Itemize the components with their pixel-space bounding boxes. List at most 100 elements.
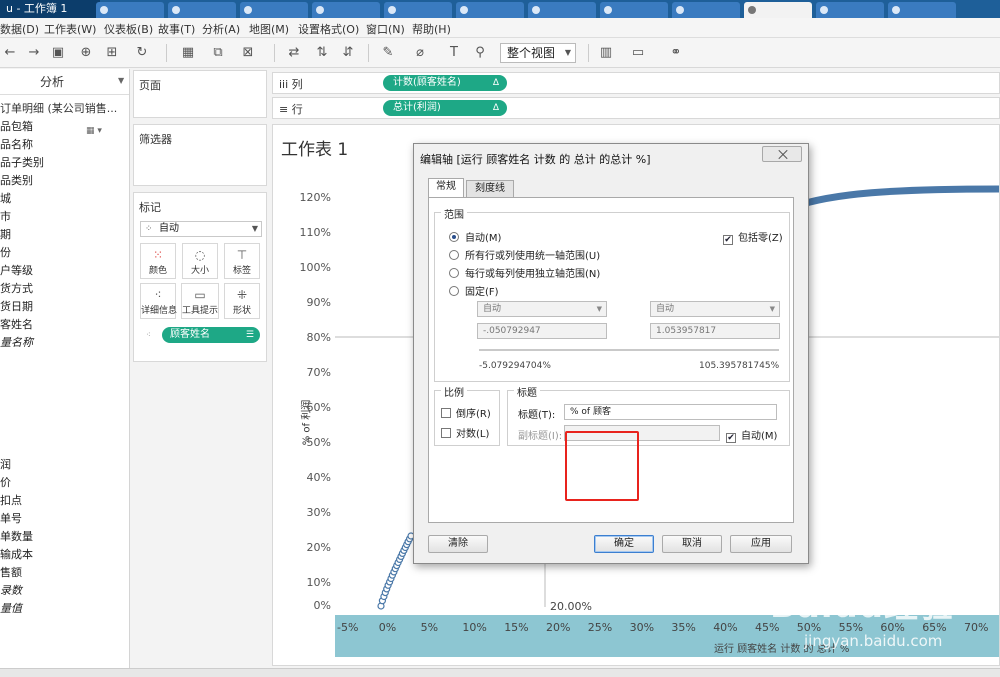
tab-analysis[interactable]: 分析 [40,73,64,90]
measure-field[interactable]: 输成本 [0,546,33,562]
dimension-field[interactable]: 量名称 [0,334,33,350]
range-slider-track[interactable] [479,349,779,351]
browser-tab[interactable] [888,2,956,18]
radio[interactable] [449,286,459,296]
label-button[interactable]: ⊤ 标签 [224,243,260,279]
browser-tab[interactable] [816,2,884,18]
axis-title-input[interactable]: % of 顾客 [564,404,777,420]
measure-field[interactable]: 单号 [0,510,22,526]
dimension-field[interactable]: 份 [0,244,11,260]
attach-icon[interactable]: ⌀ [412,45,428,61]
range-independent-option[interactable]: 每行或每列使用独立轴范围(N) [449,265,600,280]
detail-button[interactable]: ⁖ 详细信息 [140,283,177,319]
highlight-pen-icon[interactable]: ✎ [380,45,396,61]
label-icon[interactable]: T [446,45,462,61]
checkbox[interactable] [441,428,451,438]
measure-field[interactable]: 价 [0,474,11,490]
reversed-checkbox[interactable]: 倒序(R) [441,405,491,420]
dimension-field[interactable]: 货方式 [0,280,33,296]
pages-card[interactable]: 页面 [133,70,267,118]
menu-data[interactable]: 数据(D) [0,21,39,37]
dimension-field[interactable]: 品名称 [0,136,33,152]
range-uniform-option[interactable]: 所有行或列使用统一轴范围(U) [449,247,600,262]
datasource-name[interactable]: 订单明细 (某公司销售... [0,100,117,116]
rows-pill[interactable]: 总计(利润) Δ [383,100,507,116]
measure-field[interactable]: 润 [0,456,11,472]
show-me-icon[interactable]: ▥ [598,45,614,61]
dimension-field[interactable]: 户等级 [0,262,33,278]
columns-pill[interactable]: 计数(顾客姓名) Δ [383,75,507,91]
include-zero-checkbox[interactable]: ✔ 包括零(Z) [723,229,783,245]
view-size-select[interactable]: 整个视图 ▼ [500,43,576,63]
filters-card[interactable]: 筛选器 [133,124,267,186]
browser-tab[interactable] [96,2,164,18]
cancel-button[interactable]: 取消 [662,535,722,553]
range-end-input[interactable]: 1.053957817 [650,323,780,339]
marks-pill-customer[interactable]: 顾客姓名 ☰ [162,327,260,343]
checkmark-icon[interactable]: ✔ [723,235,733,245]
menu-analysis[interactable]: 分析(A) [202,21,240,37]
range-auto-option[interactable]: 自动(M) [449,229,501,244]
tab-general[interactable]: 常规 [428,178,464,198]
measure-field[interactable]: 售额 [0,564,22,580]
range-fixed-option[interactable]: 固定(F) [449,283,499,298]
measure-field[interactable]: 录数 [0,582,22,598]
mark-type-select[interactable]: ⁘ 自动 ▼ [140,221,262,237]
refresh-icon[interactable]: ↻ [134,45,150,61]
checkmark-icon[interactable]: ✔ [726,433,736,443]
tooltip-button[interactable]: ▭ 工具提示 [181,283,219,319]
radio-selected[interactable] [449,232,459,242]
browser-tab[interactable] [528,2,596,18]
view-options-icon[interactable]: ▦ ▾ [86,126,102,136]
menu-format[interactable]: 设置格式(O) [298,21,359,37]
dimension-field[interactable]: 品类别 [0,172,33,188]
share-icon[interactable]: ⚭ [668,45,684,61]
menu-window[interactable]: 窗口(N) [366,21,405,37]
measure-field[interactable]: 扣点 [0,492,22,508]
ok-button[interactable]: 确定 [594,535,654,553]
browser-tab[interactable] [312,2,380,18]
duplicate-sheet-icon[interactable]: ⧉ [210,45,226,61]
dimension-field[interactable]: 期 [0,226,11,242]
browser-tab[interactable] [672,2,740,18]
range-end-select[interactable]: 自动 ▼ [650,301,780,317]
pin-icon[interactable]: ⚲ [472,45,488,61]
menu-help[interactable]: 帮助(H) [412,21,451,37]
dimension-field[interactable]: 市 [0,208,11,224]
clear-button[interactable]: 清除 [428,535,488,553]
new-datasource-icon[interactable]: ⊕ [78,45,94,61]
browser-tab[interactable] [384,2,452,18]
log-checkbox[interactable]: 对数(L) [441,425,489,440]
menu-worksheet[interactable]: 工作表(W) [44,21,96,37]
shape-button[interactable]: ⁜ 形状 [224,283,260,319]
dimension-field[interactable]: 品子类别 [0,154,44,170]
radio[interactable] [449,250,459,260]
dimension-field[interactable]: 品包箱 [0,118,33,134]
color-button[interactable]: ⁙ 颜色 [140,243,176,279]
browser-tab-active[interactable] [744,2,812,18]
subtitle-auto-checkbox[interactable]: ✔ 自动(M) [726,427,777,443]
menu-story[interactable]: 故事(T) [158,21,195,37]
range-start-input[interactable]: -.050792947 [477,323,607,339]
measure-field[interactable]: 单数量 [0,528,33,544]
forward-arrow-icon[interactable]: → [26,45,42,61]
columns-shelf[interactable]: iii 列 计数(顾客姓名) Δ [272,72,1000,94]
clear-sheet-icon[interactable]: ⊠ [240,45,256,61]
browser-tab[interactable] [168,2,236,18]
menu-dashboard[interactable]: 仪表板(B) [104,21,153,37]
browser-tab[interactable] [240,2,308,18]
menu-map[interactable]: 地图(M) [249,21,289,37]
dimension-field[interactable]: 城 [0,190,11,206]
checkbox[interactable] [441,408,451,418]
range-start-select[interactable]: 自动 ▼ [477,301,607,317]
chevron-down-icon[interactable]: ▼ [118,76,124,85]
apply-button[interactable]: 应用 [730,535,792,553]
browser-tab[interactable] [456,2,524,18]
close-icon[interactable] [762,146,802,162]
presentation-icon[interactable]: ▭ [630,45,646,61]
dimension-field[interactable]: 货日期 [0,298,33,314]
tab-tick-marks[interactable]: 刻度线 [466,180,514,197]
new-worksheet-icon[interactable]: ▦ [180,45,196,61]
browser-tab[interactable] [600,2,668,18]
radio[interactable] [449,268,459,278]
